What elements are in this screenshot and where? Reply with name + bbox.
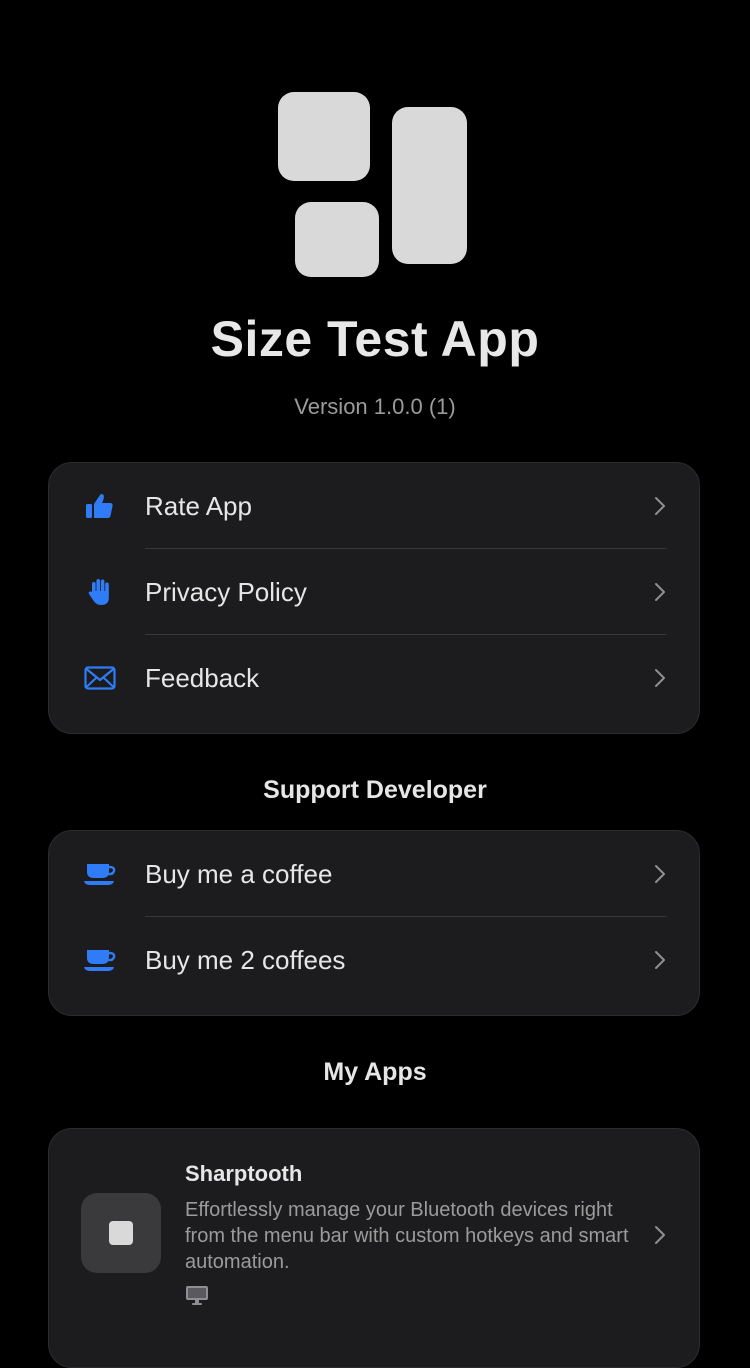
chevron-right-icon	[655, 583, 665, 601]
buy-coffee-row[interactable]: Buy me a coffee	[49, 831, 699, 917]
thumbs-up-icon	[83, 489, 117, 523]
my-apps-card: Sharptooth Effortlessly manage your Blue…	[48, 1128, 700, 1368]
chevron-right-icon	[655, 669, 665, 687]
desktop-computer-icon	[186, 1286, 208, 1305]
buy-two-coffees-label: Buy me 2 coffees	[145, 944, 346, 975]
my-apps-section-title: My Apps	[323, 1058, 427, 1086]
app-icon-glyph	[109, 1221, 133, 1245]
rate-app-row[interactable]: Rate App	[49, 463, 699, 549]
chevron-right-icon	[655, 1226, 665, 1244]
coffee-cup-icon	[83, 857, 117, 891]
app-item-sharptooth[interactable]: Sharptooth Effortlessly manage your Blue…	[49, 1129, 699, 1339]
logo-tile-bottom-left	[295, 202, 379, 277]
buy-coffee-label: Buy me a coffee	[145, 858, 333, 889]
chevron-right-icon	[655, 497, 665, 515]
app-version: Version 1.0.0 (1)	[294, 394, 456, 419]
coffee-cup-icon	[83, 943, 117, 977]
feedback-label: Feedback	[145, 662, 260, 693]
support-card: Buy me a coffee Buy me 2 coffees	[48, 830, 700, 1016]
chevron-right-icon	[655, 865, 665, 883]
support-section-title: Support Developer	[263, 776, 487, 804]
app-icon	[81, 1193, 161, 1273]
privacy-policy-row[interactable]: Privacy Policy	[49, 549, 699, 635]
buy-two-coffees-row[interactable]: Buy me 2 coffees	[49, 917, 699, 1003]
logo-tile-right	[392, 107, 467, 264]
app-title: Size Test App	[210, 311, 540, 367]
chevron-right-icon	[655, 951, 665, 969]
logo-tile-top-left	[278, 92, 370, 181]
rate-app-label: Rate App	[145, 490, 252, 521]
privacy-policy-label: Privacy Policy	[145, 576, 307, 607]
app-name: Sharptooth	[185, 1161, 303, 1186]
hand-raised-icon	[83, 575, 117, 609]
app-description: Effortlessly manage your Bluetooth devic…	[185, 1199, 629, 1273]
envelope-icon	[83, 661, 117, 695]
feedback-row[interactable]: Feedback	[49, 635, 699, 721]
menu-card: Rate App Privacy Policy Feedback	[48, 462, 700, 734]
app-logo	[278, 92, 468, 278]
